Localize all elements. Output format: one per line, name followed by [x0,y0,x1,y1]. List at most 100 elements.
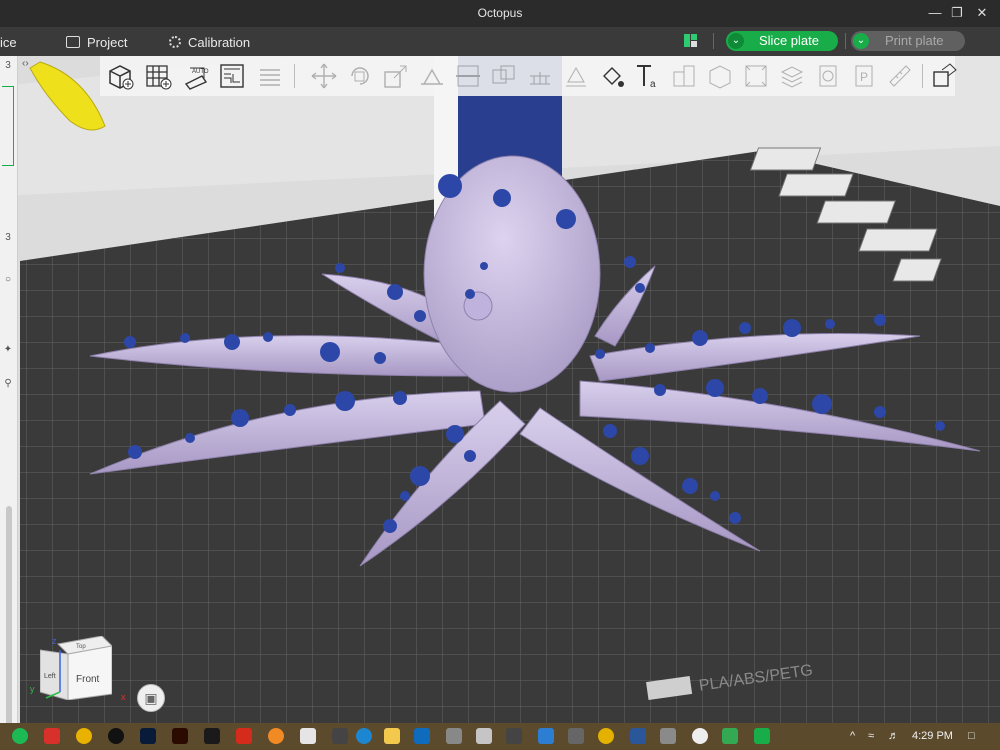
plate-arrange-icon[interactable] [816,200,896,224]
bridge-icon[interactable] [204,728,220,744]
google-drive-icon[interactable] [722,728,738,744]
color-paint-icon[interactable] [598,62,626,90]
calendar-icon[interactable] [538,728,554,744]
left-sidebar-collapsed[interactable]: 3 3 ○ ✦ ⚲ [0,56,18,750]
plate-settings-icon[interactable] [892,258,942,282]
scene-canvas[interactable]: PLA/ABS/PETG [0,56,1000,723]
slice-dropdown-icon[interactable]: ⌄ [728,33,744,49]
place-on-face-icon[interactable] [418,62,446,90]
acrobat-icon[interactable] [236,728,252,744]
clock-time[interactable]: 4:29 PM [912,730,953,742]
view-icon[interactable] [778,62,806,90]
chevron-up-icon[interactable]: ^ [850,730,855,742]
tab-prepare[interactable]: ice [0,33,17,51]
search-icon[interactable]: ⚲ [0,378,16,389]
print-plate-button[interactable]: ⌄ Print plate [851,31,965,51]
plate-lock-icon[interactable] [858,228,938,252]
tab-prepare-label: ice [0,34,17,50]
sidebar-scrollbar[interactable] [6,506,12,750]
add-plate-icon[interactable] [144,62,172,90]
menubar-divider [713,33,714,49]
plate-select-icon[interactable] [778,173,854,197]
app-icon[interactable] [300,728,316,744]
clock-icon[interactable] [692,728,708,744]
illustrator-icon[interactable] [172,728,188,744]
split-icon[interactable] [256,62,284,90]
svg-text:AUTO: AUTO [192,69,209,75]
file-explorer-icon[interactable] [476,728,492,744]
app-icon[interactable] [660,728,676,744]
app-icon[interactable] [268,728,284,744]
volume-icon[interactable]: ♬ [888,730,899,742]
emboss-icon[interactable]: P [850,62,878,90]
assembly-icon[interactable] [670,62,698,90]
app-icon[interactable] [332,728,348,744]
text-icon[interactable]: a [634,62,662,90]
zoom-to-fit-button[interactable]: ▣ [137,684,165,712]
seam-paint-icon[interactable] [562,62,590,90]
sidebar-number-2: 3 [5,232,11,243]
object-toolbar: AUTO a P [100,56,958,96]
bambu-studio-window: Octopus — ❐ ✕ ice Project Calibration ⌄ … [0,0,1000,750]
photoshop-icon[interactable] [140,728,156,744]
add-object-icon[interactable] [106,62,134,90]
cube-front-face[interactable] [67,645,113,701]
calibration-icon [169,36,181,48]
app-icon[interactable] [108,728,124,744]
arrange-icon[interactable] [218,62,246,90]
word-icon[interactable] [630,728,646,744]
cut-icon[interactable] [454,62,482,90]
restore-icon[interactable]: ❐ [946,3,968,23]
tab-project[interactable]: Project [66,33,127,51]
os-taskbar: ^ ≈ ♬ 4:29 PM □ [0,723,1000,750]
window-title: Octopus [477,6,523,20]
sidebar-tool-icon[interactable]: ✦ [0,344,16,355]
app-icon[interactable] [446,728,462,744]
sidebar-settings-icon[interactable]: ○ [0,274,16,285]
layers-icon[interactable] [742,62,770,90]
chrome-icon[interactable] [76,728,92,744]
sidebar-selected-item[interactable] [2,86,14,166]
rotate-icon[interactable] [346,62,374,90]
measure-icon[interactable] [706,62,734,90]
bambu-studio-icon[interactable] [754,728,770,744]
collapse-sidebar-icon[interactable]: ‹› [22,58,38,72]
support-paint-icon[interactable] [526,62,554,90]
scale-icon[interactable] [382,62,410,90]
outlook-icon[interactable] [414,728,430,744]
zoom-fit-icon: ▣ [144,690,158,706]
title-bar: Octopus — ❐ ✕ [0,0,1000,27]
device-icon[interactable] [684,34,697,47]
3d-viewport[interactable]: PLA/ABS/PETG [0,56,1000,723]
tab-calibration[interactable]: Calibration [169,33,250,51]
mesh-boolean-icon[interactable] [490,62,518,90]
z-axis-label: z [52,636,57,646]
navigation-cube[interactable]: Top Front Left [39,635,114,701]
ruler-icon[interactable] [886,62,914,90]
y-axis-label: y [30,684,35,694]
plate-delete-icon[interactable] [749,147,822,171]
notification-icon[interactable]: □ [968,730,975,742]
brim-icon[interactable] [814,62,842,90]
app-icon[interactable] [384,728,400,744]
cube-front-label: Front [76,674,100,685]
move-icon[interactable] [310,62,338,90]
spotify-icon[interactable] [12,728,28,744]
toolbar-divider-2 [922,64,923,88]
keyboard-icon[interactable] [568,728,584,744]
close-icon[interactable]: ✕ [971,3,993,23]
app-icon[interactable] [44,728,60,744]
print-dropdown-icon[interactable]: ⌄ [853,33,869,49]
app-icon[interactable] [506,728,522,744]
auto-orient-icon[interactable]: AUTO [182,62,210,90]
slice-plate-button[interactable]: ⌄ Slice plate [726,31,838,51]
cube-left-label: Left [44,673,56,680]
minimize-icon[interactable]: — [924,3,946,23]
print-plate-label: Print plate [885,33,944,48]
wifi-icon[interactable]: ≈ [868,730,874,742]
variable-layer-icon[interactable] [930,62,958,90]
app-icon[interactable] [598,728,614,744]
main-tabs-bar: ice Project Calibration [0,27,1000,56]
svg-text:P: P [860,70,868,84]
app-icon[interactable] [356,728,372,744]
